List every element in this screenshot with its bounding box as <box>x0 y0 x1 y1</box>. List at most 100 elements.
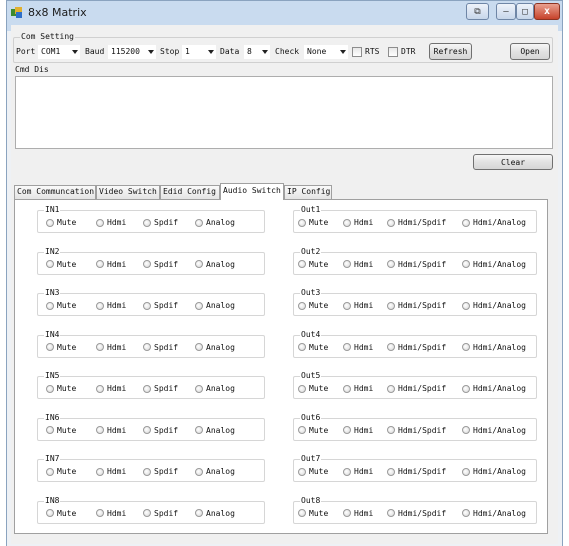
in-option-radio[interactable]: Mute <box>46 384 76 393</box>
radio-circle-icon <box>46 218 54 227</box>
out-option-radio[interactable]: Hdmi <box>343 384 373 393</box>
out-option-radio[interactable]: Hdmi/Analog <box>462 509 526 518</box>
cmd-display-area[interactable] <box>15 76 553 149</box>
out-group: Out5 Mute Hdmi Hdmi/Spdif Hdmi/Analog <box>293 371 537 399</box>
in-option-radio[interactable]: Analog <box>195 467 235 476</box>
close-button[interactable]: x <box>534 3 560 20</box>
tab-edid-config[interactable]: Edid Config <box>160 185 220 199</box>
out-option-label: Hdmi/Analog <box>473 384 526 393</box>
tab-ip-config[interactable]: IP Config <box>284 185 332 199</box>
in-option-radio[interactable]: Spdif <box>143 467 178 476</box>
out-option-radio[interactable]: Hdmi/Spdif <box>387 509 446 518</box>
in-option-radio[interactable]: Hdmi <box>96 467 126 476</box>
tab-audio-switch[interactable]: Audio Switch <box>220 183 284 200</box>
out-option-radio[interactable]: Mute <box>298 343 328 352</box>
out-option-radio[interactable]: Hdmi <box>343 509 373 518</box>
out-option-label: Mute <box>309 259 329 269</box>
radio-circle-icon <box>343 260 351 268</box>
in-option-radio[interactable]: Spdif <box>143 343 178 352</box>
out-option-radio[interactable]: Mute <box>298 509 328 518</box>
data-value: 8 <box>247 47 252 56</box>
out-option-radio[interactable]: Hdmi <box>343 301 373 310</box>
out-option-radio[interactable]: Hdmi/Spdif <box>387 301 446 310</box>
in-option-radio[interactable]: Spdif <box>143 509 178 518</box>
in-option-radio[interactable]: Spdif <box>143 260 178 269</box>
minimize-button[interactable]: – <box>496 3 516 20</box>
out-option-radio[interactable]: Mute <box>298 467 328 476</box>
out-option-radio[interactable]: Hdmi/Analog <box>462 467 526 476</box>
stop-select[interactable]: 1 <box>182 45 216 59</box>
in-option-radio[interactable]: Hdmi <box>96 384 126 393</box>
in-option-radio[interactable]: Mute <box>46 218 76 227</box>
in-option-radio[interactable]: Mute <box>46 260 76 269</box>
in-option-radio[interactable]: Hdmi <box>96 426 126 435</box>
out-option-radio[interactable]: Hdmi/Spdif <box>387 218 446 227</box>
in-option-radio[interactable]: Spdif <box>143 301 178 310</box>
out-group: Out1 Mute Hdmi Hdmi/Spdif Hdmi/Analog <box>293 205 537 233</box>
in-option-radio[interactable]: Analog <box>195 301 235 310</box>
in-option-radio[interactable]: Mute <box>46 509 76 518</box>
refresh-button[interactable]: Refresh <box>429 43 472 60</box>
radio-circle-icon <box>46 467 54 476</box>
in-option-label: Spdif <box>154 259 179 269</box>
out-option-radio[interactable]: Hdmi <box>343 467 373 476</box>
out-option-radio[interactable]: Hdmi <box>343 260 373 269</box>
maximize-button[interactable]: □ <box>516 3 534 20</box>
baud-select[interactable]: 115200 <box>108 45 156 59</box>
in-option-radio[interactable]: Analog <box>195 509 235 518</box>
check-select[interactable]: None <box>304 45 348 59</box>
out-option-radio[interactable]: Hdmi/Analog <box>462 426 526 435</box>
out-option-radio[interactable]: Hdmi/Spdif <box>387 343 446 352</box>
out-option-radio[interactable]: Hdmi/Spdif <box>387 426 446 435</box>
out-option-radio[interactable]: Hdmi/Analog <box>462 343 526 352</box>
in-option-radio[interactable]: Mute <box>46 467 76 476</box>
in-option-radio[interactable]: Analog <box>195 343 235 352</box>
in-option-radio[interactable]: Analog <box>195 260 235 269</box>
tab-com-communcation[interactable]: Com Communcation <box>14 185 96 199</box>
in-option-radio[interactable]: Spdif <box>143 384 178 393</box>
out-option-radio[interactable]: Hdmi <box>343 218 373 227</box>
out-option-radio[interactable]: Hdmi <box>343 343 373 352</box>
out-option-radio[interactable]: Mute <box>298 426 328 435</box>
out-option-radio[interactable]: Hdmi/Analog <box>462 218 526 227</box>
in-option-radio[interactable]: Spdif <box>143 218 178 227</box>
out-option-radio[interactable]: Mute <box>298 384 328 393</box>
out-option-radio[interactable]: Hdmi/Spdif <box>387 467 446 476</box>
clear-button[interactable]: Clear <box>473 154 553 170</box>
tab-video-switch[interactable]: Video Switch <box>96 185 160 199</box>
radio-circle-icon <box>143 301 151 310</box>
rts-checkbox[interactable] <box>352 47 362 57</box>
out-option-radio[interactable]: Hdmi/Analog <box>462 384 526 393</box>
out-option-radio[interactable]: Mute <box>298 301 328 310</box>
in-option-radio[interactable]: Mute <box>46 426 76 435</box>
in-option-radio[interactable]: Analog <box>195 384 235 393</box>
out-option-radio[interactable]: Mute <box>298 260 328 269</box>
in-option-radio[interactable]: Mute <box>46 301 76 310</box>
in-option-radio[interactable]: Hdmi <box>96 301 126 310</box>
in-option-radio[interactable]: Spdif <box>143 426 178 435</box>
in-option-radio[interactable]: Analog <box>195 218 235 227</box>
radio-circle-icon <box>96 509 104 517</box>
in-option-radio[interactable]: Hdmi <box>96 260 126 269</box>
in-option-radio[interactable]: Hdmi <box>96 218 126 227</box>
open-button[interactable]: Open <box>510 43 550 60</box>
data-select[interactable]: 8 <box>244 45 270 59</box>
out-option-radio[interactable]: Hdmi/Spdif <box>387 260 446 269</box>
radio-circle-icon <box>143 218 151 227</box>
out-option-radio[interactable]: Mute <box>298 218 328 227</box>
out-option-label: Hdmi <box>354 508 374 518</box>
main-window: 8x8 Matrix ⧉ – □ x Com Setting Port COM1… <box>6 0 563 546</box>
out-option-radio[interactable]: Hdmi <box>343 426 373 435</box>
in-option-radio[interactable]: Hdmi <box>96 343 126 352</box>
port-select[interactable]: COM1 <box>38 45 80 59</box>
check-value: None <box>307 47 327 56</box>
restore-down-button[interactable]: ⧉ <box>466 3 489 20</box>
in-option-radio[interactable]: Hdmi <box>96 509 126 518</box>
in-option-radio[interactable]: Analog <box>195 426 235 435</box>
out-option-radio[interactable]: Hdmi/Analog <box>462 301 526 310</box>
in-option-radio[interactable]: Mute <box>46 343 76 352</box>
dtr-checkbox[interactable] <box>388 47 398 57</box>
out-option-radio[interactable]: Hdmi/Analog <box>462 260 526 269</box>
out-option-radio[interactable]: Hdmi/Spdif <box>387 384 446 393</box>
out-option-label: Hdmi <box>354 218 374 227</box>
